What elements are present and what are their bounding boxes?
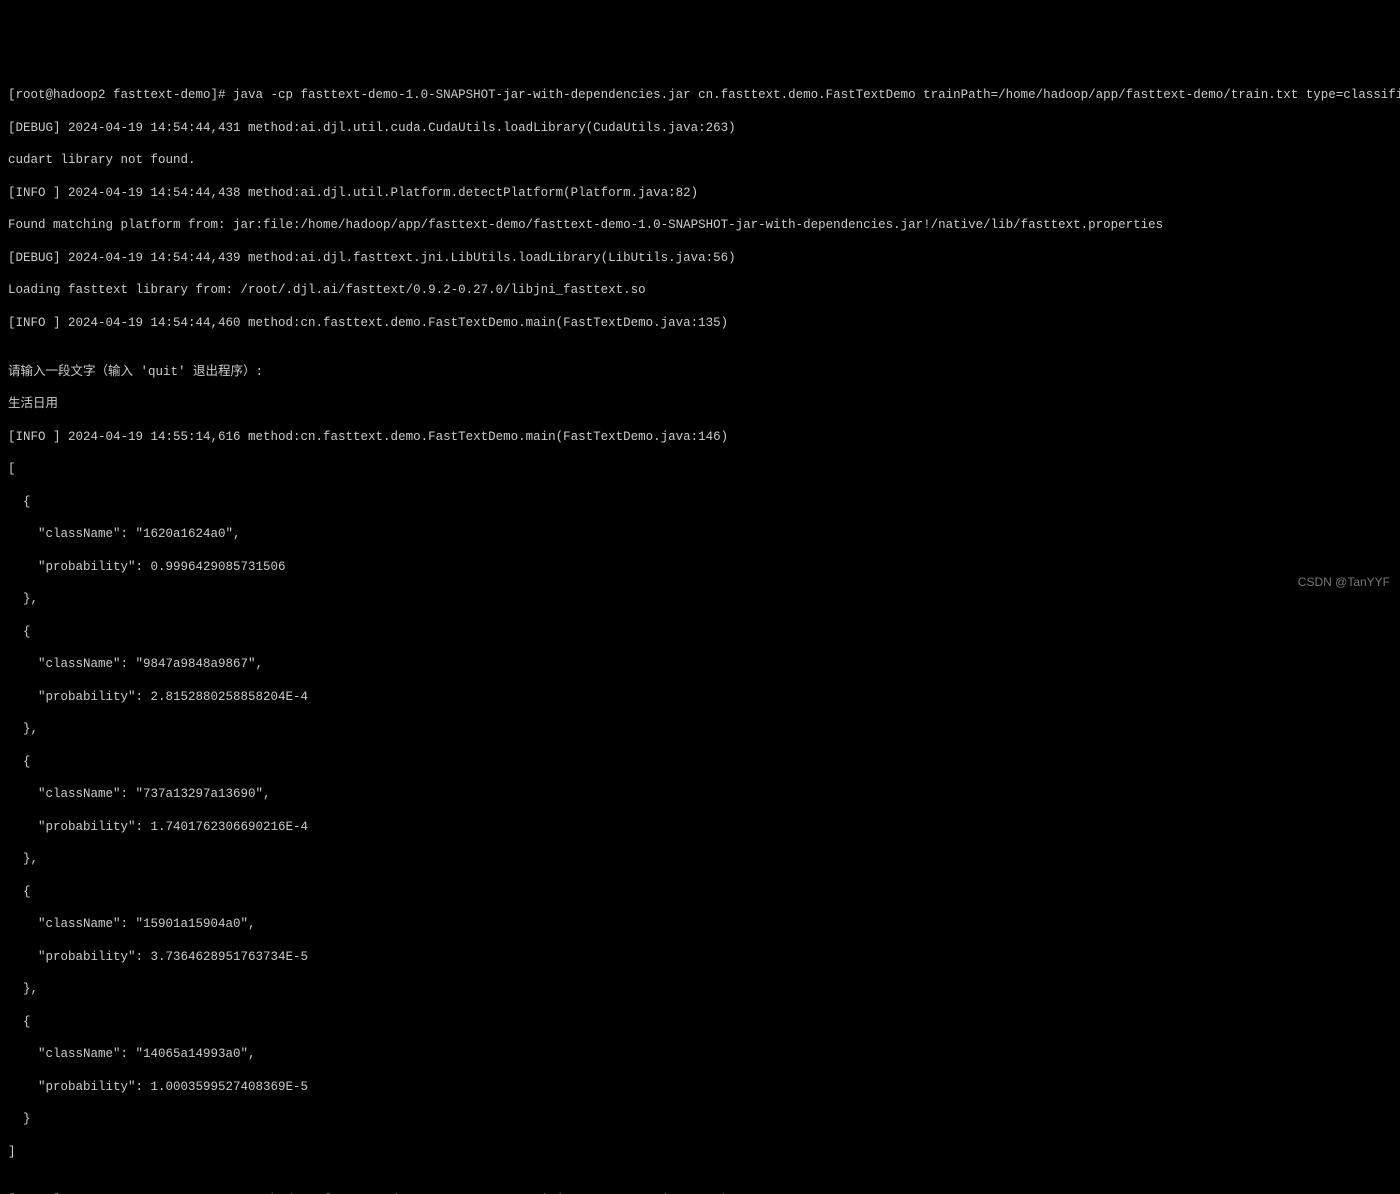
terminal-line: [root@hadoop2 fasttext-demo]# java -cp f…	[8, 87, 1392, 103]
terminal-line: {	[8, 884, 1392, 900]
terminal-line: },	[8, 591, 1392, 607]
terminal-line: {	[8, 494, 1392, 510]
terminal-line: ]	[8, 1144, 1392, 1160]
terminal-line: [	[8, 461, 1392, 477]
terminal-line: [INFO ] 2024-04-19 14:54:44,438 method:a…	[8, 185, 1392, 201]
terminal-line: {	[8, 624, 1392, 640]
terminal-line: {	[8, 754, 1392, 770]
terminal-line: "className": "15901a15904a0",	[8, 916, 1392, 932]
watermark-text: CSDN @TanYYF	[1298, 575, 1390, 591]
terminal-output: [root@hadoop2 fasttext-demo]# java -cp f…	[8, 71, 1392, 1194]
terminal-line: Loading fasttext library from: /root/.dj…	[8, 282, 1392, 298]
terminal-line: 请输入一段文字（输入 'quit' 退出程序）:	[8, 364, 1392, 380]
terminal-line: 生活日用	[8, 396, 1392, 412]
terminal-line: [DEBUG] 2024-04-19 14:54:44,439 method:a…	[8, 250, 1392, 266]
terminal-line: {	[8, 1014, 1392, 1030]
terminal-line: "className": "14065a14993a0",	[8, 1046, 1392, 1062]
terminal-line: "className": "9847a9848a9867",	[8, 656, 1392, 672]
terminal-line: [DEBUG] 2024-04-19 14:54:44,431 method:a…	[8, 120, 1392, 136]
terminal-line: "probability": 2.8152880258858204E-4	[8, 689, 1392, 705]
terminal-line: },	[8, 721, 1392, 737]
terminal-line: }	[8, 1111, 1392, 1127]
terminal-line: [INFO ] 2024-04-19 14:55:14,616 method:c…	[8, 429, 1392, 445]
terminal-line: cudart library not found.	[8, 152, 1392, 168]
terminal-line: "probability": 0.9996429085731506	[8, 559, 1392, 575]
terminal-line: "probability": 3.7364628951763734E-5	[8, 949, 1392, 965]
terminal-line: "className": "737a13297a13690",	[8, 786, 1392, 802]
terminal-line: },	[8, 981, 1392, 997]
terminal-line: Found matching platform from: jar:file:/…	[8, 217, 1392, 233]
terminal-line: },	[8, 851, 1392, 867]
terminal-line: [INFO ] 2024-04-19 14:54:44,460 method:c…	[8, 315, 1392, 331]
terminal-line: [INFO ] 2024-04-19 14:55:14,617 method:c…	[8, 1192, 1392, 1194]
terminal-line: "probability": 1.0003599527408369E-5	[8, 1079, 1392, 1095]
terminal-line: "className": "1620a1624a0",	[8, 526, 1392, 542]
terminal-line: "probability": 1.7401762306690216E-4	[8, 819, 1392, 835]
